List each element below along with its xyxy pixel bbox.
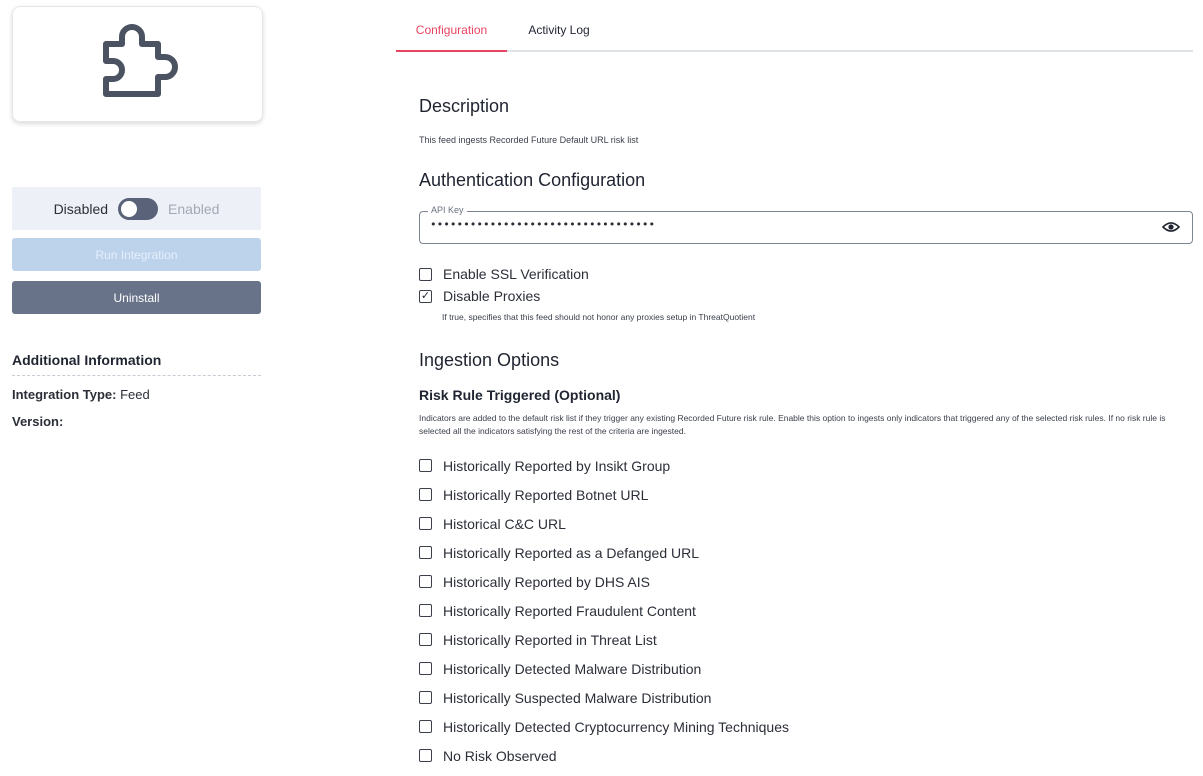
ssl-verification-option[interactable]: Enable SSL Verification xyxy=(419,266,589,282)
risk-rule-option[interactable]: Historically Detected Malware Distributi… xyxy=(419,654,789,683)
authentication-heading: Authentication Configuration xyxy=(419,170,646,190)
proxy-label: Disable Proxies xyxy=(443,288,541,304)
risk-rule-label: Historically Detected Cryptocurrency Min… xyxy=(443,718,790,735)
risk-rule-label: Historically Reported by Insikt Group xyxy=(443,457,671,474)
api-key-label: API Key xyxy=(428,205,467,215)
puzzle-piece-icon xyxy=(102,24,178,97)
proxy-checkbox[interactable]: ✓ xyxy=(419,289,432,303)
integration-type-label: Integration Type: xyxy=(12,387,117,402)
risk-rule-option[interactable]: Historically Reported in Threat List xyxy=(419,625,789,654)
risk-rule-checkbox[interactable] xyxy=(419,604,432,617)
version-row: Version: xyxy=(12,414,63,429)
description-text: This feed ingests Recorded Future Defaul… xyxy=(419,135,639,145)
risk-rule-checkbox[interactable] xyxy=(419,517,432,530)
api-key-value: •••••••••••••••••••••••••••••••••• xyxy=(430,218,656,231)
risk-rule-option[interactable]: Historically Reported by Insikt Group xyxy=(419,451,789,480)
risk-rule-label: Historically Suspected Malware Distribut… xyxy=(443,689,712,706)
risk-rule-checkbox[interactable] xyxy=(419,662,432,675)
risk-rule-label: Historically Reported as a Defanged URL xyxy=(443,544,700,561)
risk-rule-label: No Risk Observed xyxy=(443,747,557,764)
tab-bar: Configuration Activity Log xyxy=(396,16,1193,52)
risk-rule-list: Historically Reported by Insikt Group Hi… xyxy=(419,451,789,770)
disable-proxies-option[interactable]: ✓ Disable Proxies xyxy=(419,288,540,304)
risk-rule-option[interactable]: No Risk Observed xyxy=(419,741,789,770)
enable-toggle-bar: Disabled Enabled xyxy=(12,187,261,230)
run-integration-button[interactable]: Run Integration xyxy=(12,238,261,271)
risk-rule-help-text: Indicators are added to the default risk… xyxy=(419,413,1166,436)
integration-type-value: Feed xyxy=(120,387,150,402)
toggle-disabled-label: Disabled xyxy=(53,200,109,217)
risk-rule-option[interactable]: Historical C&C URL xyxy=(419,509,789,538)
ssl-label: Enable SSL Verification xyxy=(443,266,589,282)
risk-rule-checkbox[interactable] xyxy=(419,575,432,588)
risk-rule-option[interactable]: Historically Reported by DHS AIS xyxy=(419,567,789,596)
risk-rule-checkbox[interactable] xyxy=(419,720,432,733)
risk-rule-label: Historically Detected Malware Distributi… xyxy=(443,660,702,677)
risk-rule-label: Historically Reported Fraudulent Content xyxy=(443,602,696,619)
description-heading: Description xyxy=(419,96,510,116)
risk-rule-option[interactable]: Historically Detected Cryptocurrency Min… xyxy=(419,712,789,741)
eye-icon[interactable] xyxy=(1162,221,1180,233)
additional-information-heading: Additional Information xyxy=(12,352,261,376)
version-label: Version: xyxy=(12,414,64,429)
risk-rule-checkbox[interactable] xyxy=(419,633,432,646)
risk-rule-option[interactable]: Historically Suspected Malware Distribut… xyxy=(419,683,789,712)
api-key-field[interactable]: API Key ••••••••••••••••••••••••••••••••… xyxy=(419,205,1193,244)
risk-rule-checkbox[interactable] xyxy=(419,459,432,472)
risk-rule-checkbox[interactable] xyxy=(419,749,432,762)
enable-toggle-switch[interactable] xyxy=(118,197,159,220)
risk-rule-checkbox[interactable] xyxy=(419,546,432,559)
risk-rule-label: Historically Reported in Threat List xyxy=(443,631,657,648)
toggle-knob xyxy=(121,200,138,217)
risk-rule-label: Historically Reported Botnet URL xyxy=(443,486,649,503)
ssl-checkbox[interactable] xyxy=(419,267,432,281)
integration-logo-card xyxy=(12,6,263,122)
risk-rule-option[interactable]: Historically Reported Fraudulent Content xyxy=(419,596,789,625)
toggle-enabled-label: Enabled xyxy=(168,200,220,217)
uninstall-button[interactable]: Uninstall xyxy=(12,281,261,314)
risk-rule-checkbox[interactable] xyxy=(419,691,432,704)
integration-type-row: Integration Type: Feed xyxy=(12,387,150,402)
risk-rule-option[interactable]: Historically Reported Botnet URL xyxy=(419,480,789,509)
ingestion-options-heading: Ingestion Options xyxy=(419,350,560,370)
risk-rule-label: Historical C&C URL xyxy=(443,515,566,532)
tab-activity-log[interactable]: Activity Log xyxy=(511,16,607,50)
risk-rule-heading: Risk Rule Triggered (Optional) xyxy=(419,387,621,403)
proxy-help-text: If true, specifies that this feed should… xyxy=(442,312,756,322)
risk-rule-option[interactable]: Historically Reported as a Defanged URL xyxy=(419,538,789,567)
risk-rule-checkbox[interactable] xyxy=(419,488,432,501)
risk-rule-label: Historically Reported by DHS AIS xyxy=(443,573,650,590)
tab-configuration[interactable]: Configuration xyxy=(396,16,507,52)
